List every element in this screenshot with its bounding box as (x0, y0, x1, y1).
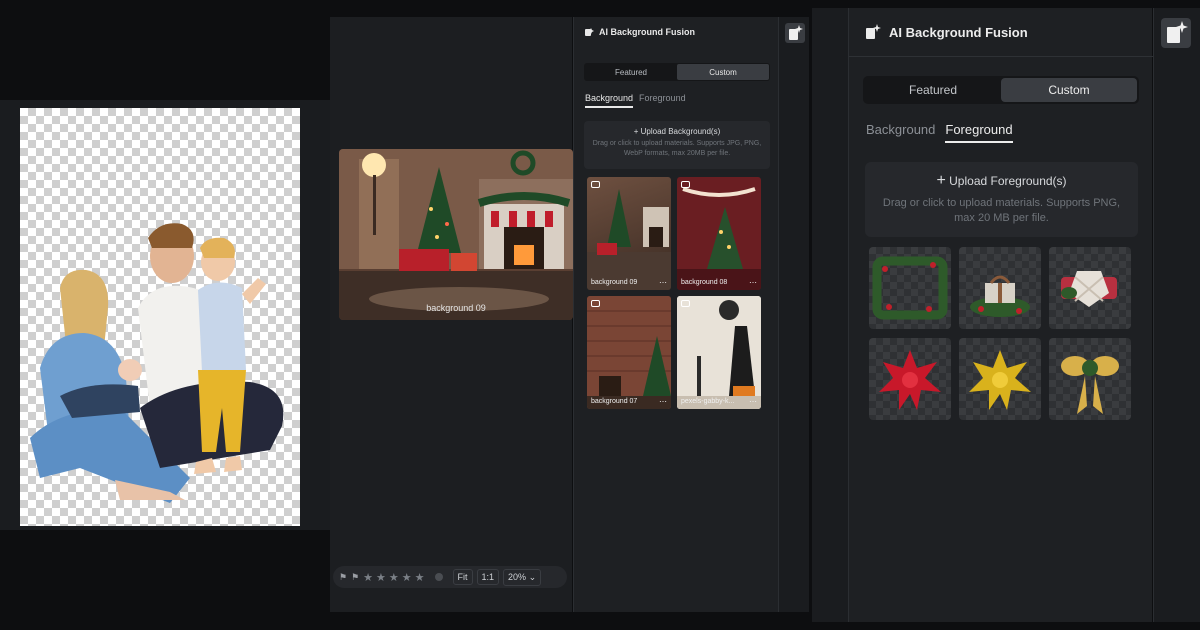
tab-custom[interactable]: Custom (677, 64, 769, 80)
fit-button[interactable]: Fit (452, 569, 473, 585)
panel-title: AI Background Fusion (584, 27, 695, 37)
one-to-one-button[interactable]: 1:1 (476, 569, 500, 585)
tab-featured[interactable]: Featured (585, 64, 677, 80)
list-item[interactable]: background 07 ⋯ (587, 296, 671, 409)
sticker-wreath[interactable] (869, 247, 951, 329)
mode-segmented-control: Featured Custom (584, 63, 770, 81)
background-thumbnail-grid: background 09 ⋯ background 08 ⋯ backgrou… (587, 177, 761, 409)
upload-background-button[interactable]: + Upload Background(s) (584, 127, 770, 136)
upload-foreground-dropzone[interactable]: + Upload Foreground(s) Drag or click to … (865, 162, 1138, 237)
ai-fusion-icon (866, 24, 881, 39)
ai-fusion-icon (585, 28, 594, 36)
upload-background-dropzone[interactable]: + Upload Background(s) Drag or click to … (584, 121, 770, 169)
star-icon[interactable]: ★ (402, 571, 412, 584)
list-item[interactable]: pexels-gabby-k... ⋯ (677, 296, 761, 409)
chevron-down-icon: ⌄ (528, 571, 537, 582)
panel-title: AI Background Fusion (865, 24, 1028, 40)
list-item[interactable]: background 08 ⋯ (677, 177, 761, 290)
thumbnail-caption: background 09 (591, 279, 638, 286)
tab-featured[interactable]: Featured (865, 78, 1001, 102)
image-badge-icon (681, 300, 690, 307)
tab-background[interactable]: Background (585, 93, 634, 108)
tab-foreground[interactable]: Foreground (945, 122, 1013, 143)
right-tool-strip-large (1153, 8, 1200, 622)
sticker-gift-box[interactable] (959, 247, 1041, 329)
more-icon[interactable]: ⋯ (659, 278, 667, 287)
sticker-heart-gift[interactable] (1049, 247, 1131, 329)
thumbnail-caption: pexels-gabby-k... (681, 398, 735, 405)
preview-caption: background 09 (426, 303, 486, 313)
right-tool-strip-small (778, 17, 809, 612)
upload-description: Drag or click to upload materials. Suppo… (882, 197, 1121, 224)
tab-background[interactable]: Background (866, 122, 935, 143)
star-icon[interactable]: ★ (415, 571, 425, 584)
ai-fusion-tool-icon[interactable] (1161, 18, 1191, 48)
image-badge-icon (681, 181, 690, 188)
ai-fusion-panel-large: AI Background Fusion Featured Custom Bac… (848, 8, 1153, 622)
zoom-value: 20% (508, 571, 527, 582)
star-icon[interactable]: ★ (376, 571, 386, 584)
tab-custom[interactable]: Custom (1001, 78, 1137, 102)
layer-tabs: Background Foreground (585, 93, 686, 108)
star-rating[interactable]: ★ ★ ★ ★ ★ (363, 571, 424, 584)
panel-gutter (812, 8, 848, 622)
star-icon[interactable]: ★ (389, 571, 399, 584)
thumbnail-caption: background 07 (591, 398, 638, 405)
plus-icon: + (633, 127, 639, 136)
header-divider (849, 56, 1153, 57)
tab-foreground[interactable]: Foreground (639, 93, 686, 108)
upload-foreground-button[interactable]: + Upload Foreground(s) (865, 172, 1138, 190)
ai-fusion-tool-icon[interactable] (785, 23, 805, 43)
thumbnail-caption: background 08 (681, 279, 728, 286)
ai-fusion-panel-small: AI Background Fusion Featured Custom Bac… (573, 17, 778, 612)
more-icon[interactable]: ⋯ (659, 397, 667, 406)
list-item[interactable]: background 09 ⋯ (587, 177, 671, 290)
sticker-gold-bow[interactable] (959, 338, 1041, 420)
star-icon[interactable]: ★ (363, 571, 373, 584)
image-badge-icon (591, 181, 600, 188)
image-badge-icon (591, 300, 600, 307)
sticker-gold-ribbon-bow[interactable] (1049, 338, 1131, 420)
color-label-dot-icon[interactable] (434, 573, 443, 581)
plus-icon: + (936, 172, 946, 189)
more-icon[interactable]: ⋯ (749, 397, 757, 406)
zoom-dropdown[interactable]: 20% ⌄ (503, 568, 542, 586)
foreground-sticker-grid (869, 247, 1131, 420)
layer-tabs: Background Foreground (866, 122, 1013, 143)
flag-icon[interactable]: ⚑ (339, 572, 347, 583)
editor-bottom-toolbar: ⚑ ⚑ ★ ★ ★ ★ ★ Fit 1:1 20% ⌄ (333, 566, 567, 588)
mode-segmented-control: Featured Custom (863, 76, 1139, 104)
sticker-red-bow[interactable] (869, 338, 951, 420)
family-cutout-image (30, 223, 284, 503)
more-icon[interactable]: ⋯ (749, 278, 757, 287)
background-preview-image (339, 149, 573, 320)
flag-reject-icon[interactable]: ⚑ (351, 572, 359, 583)
upload-description: Drag or click to upload materials. Suppo… (592, 140, 762, 157)
